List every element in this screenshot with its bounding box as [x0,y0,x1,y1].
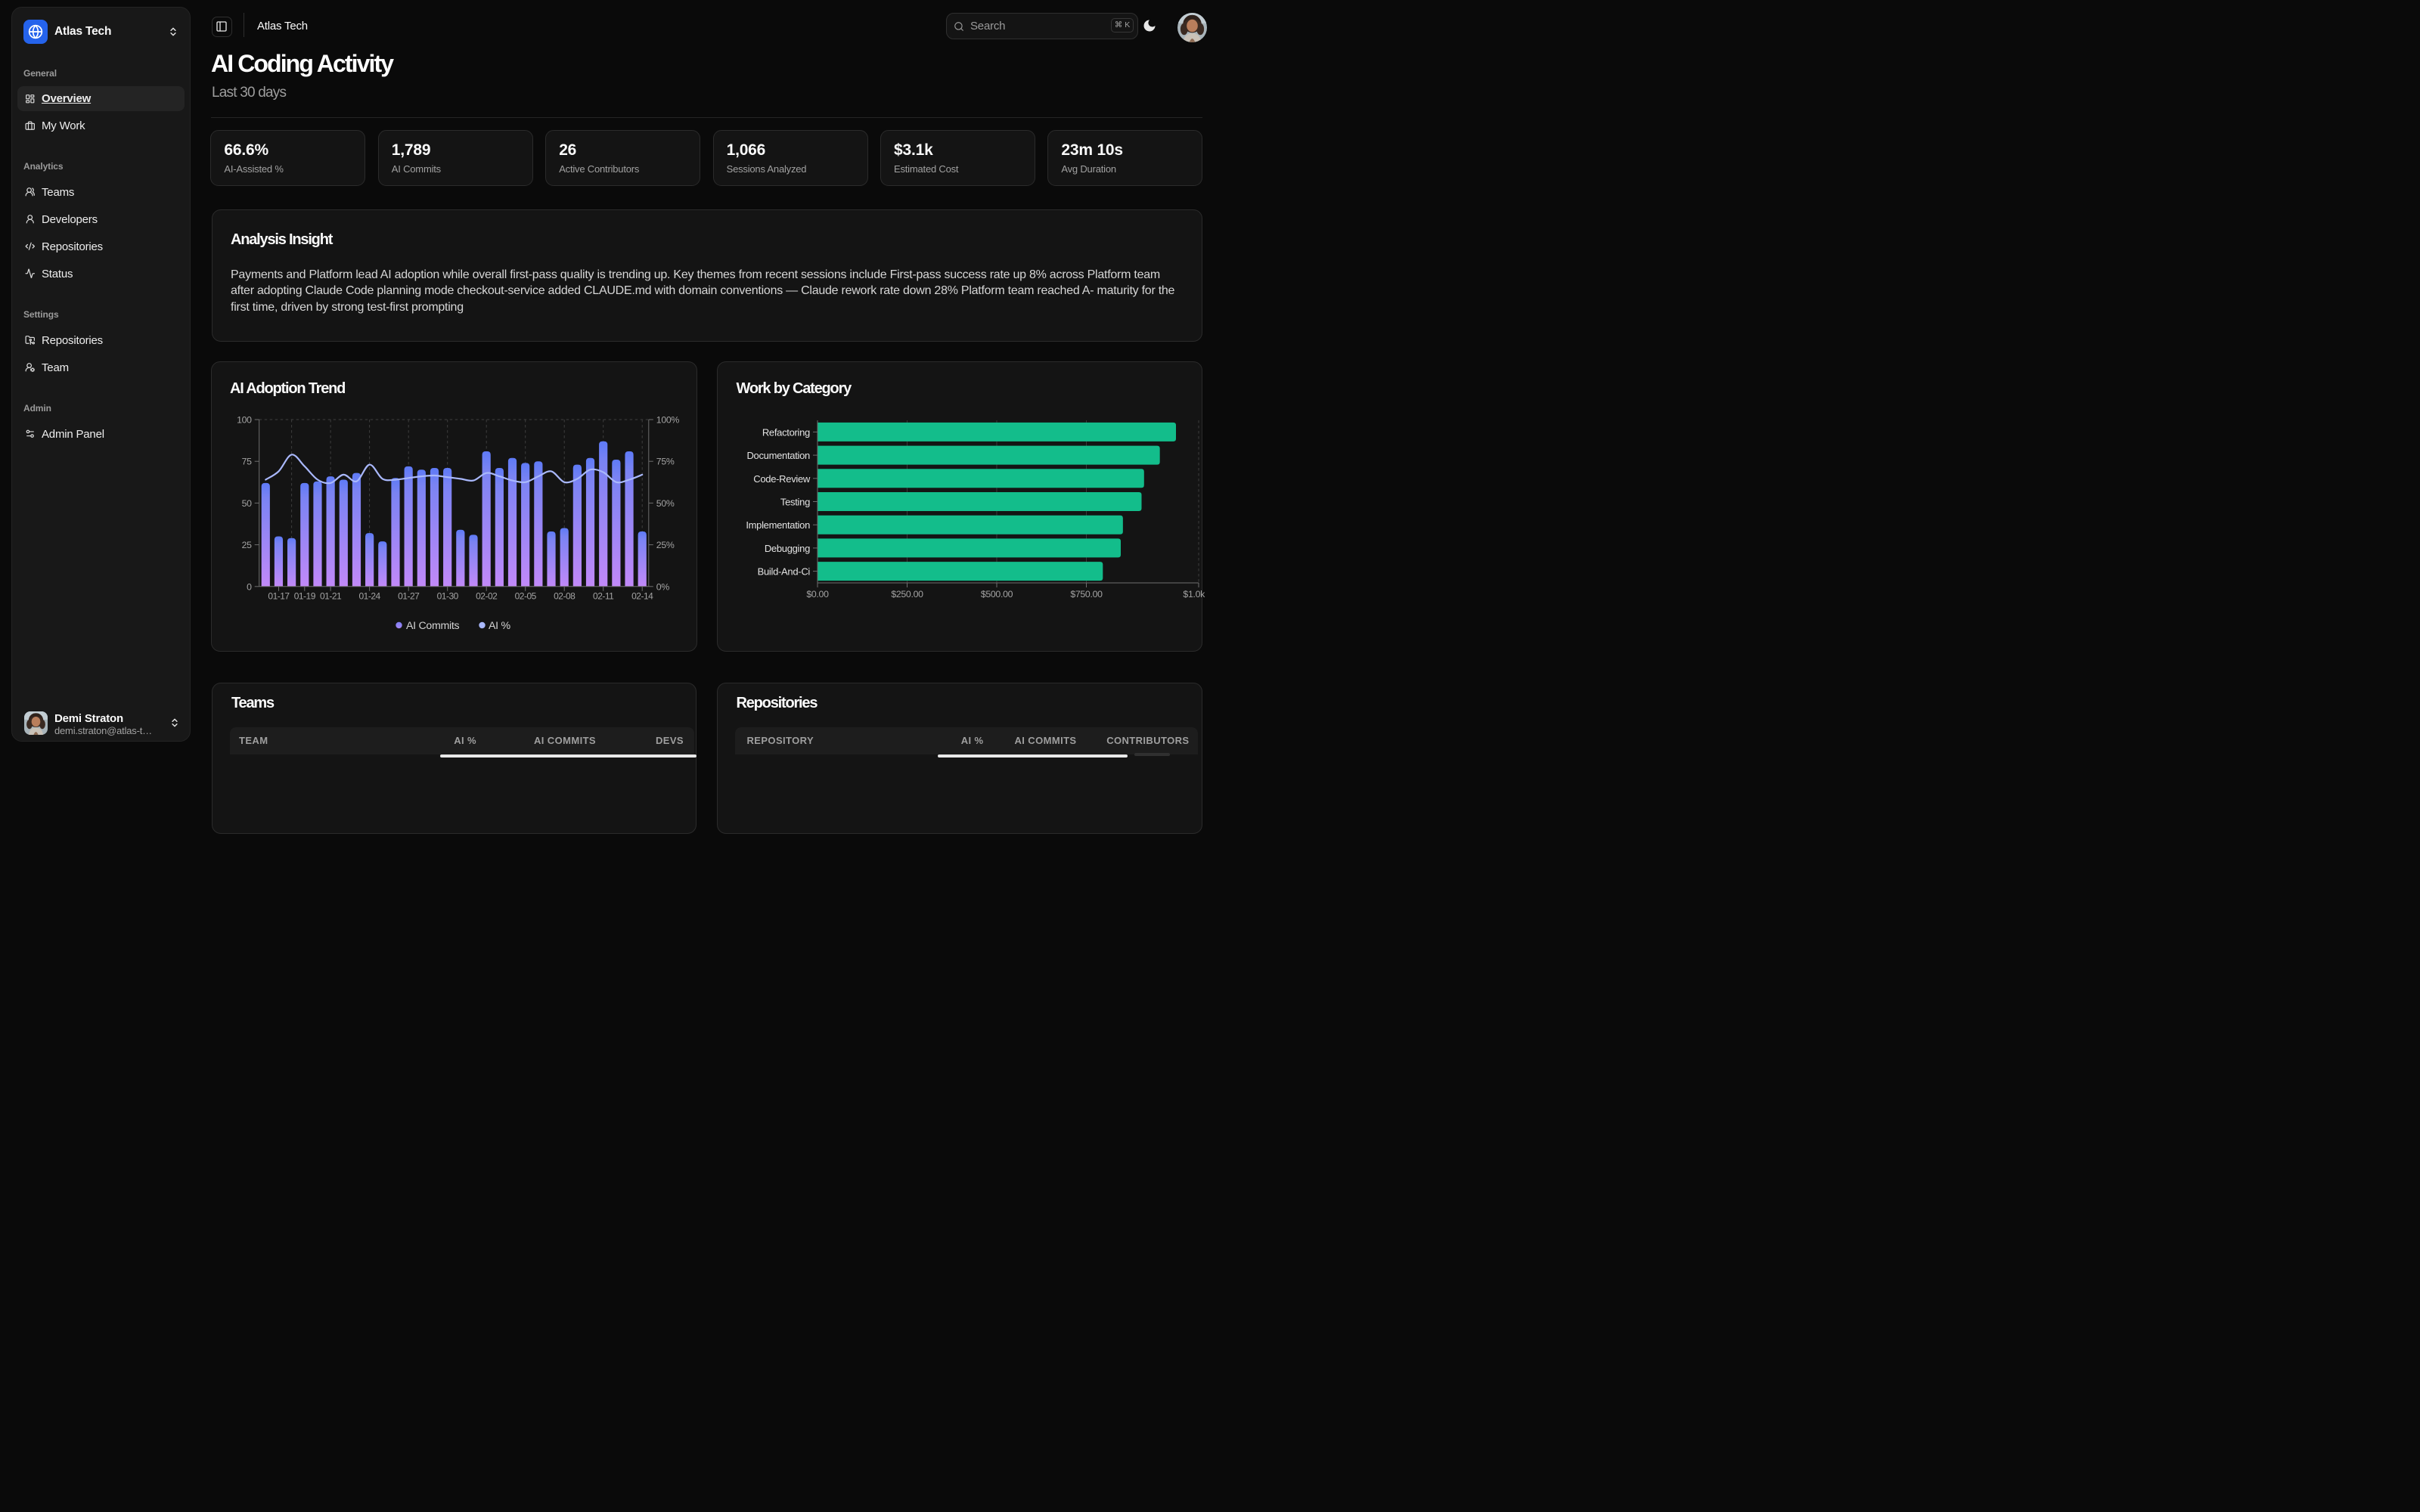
svg-text:100: 100 [237,415,252,426]
svg-text:AI Commits: AI Commits [406,620,460,632]
svg-text:$750.00: $750.00 [1070,589,1103,600]
svg-text:50%: 50% [656,498,675,509]
svg-text:Documentation: Documentation [746,450,810,461]
svg-text:Code-Review: Code-Review [753,473,811,485]
svg-text:0%: 0% [656,581,670,592]
svg-text:$0.00: $0.00 [806,589,829,600]
svg-text:75%: 75% [656,457,675,467]
svg-text:02-14: 02-14 [631,590,653,601]
svg-text:01-30: 01-30 [437,590,459,601]
svg-text:01-21: 01-21 [320,590,342,601]
svg-text:100%: 100% [656,415,680,426]
svg-text:01-19: 01-19 [294,590,316,601]
svg-text:02-02: 02-02 [476,590,498,601]
svg-text:50: 50 [242,498,253,509]
svg-text:25: 25 [242,540,253,550]
svg-text:01-17: 01-17 [268,590,290,601]
svg-text:Testing: Testing [780,497,810,508]
svg-text:75: 75 [242,457,253,467]
svg-text:02-05: 02-05 [515,590,537,601]
svg-text:Debugging: Debugging [765,543,810,554]
svg-text:Implementation: Implementation [746,519,810,531]
svg-text:01-27: 01-27 [398,590,420,601]
svg-text:Build-And-Ci: Build-And-Ci [758,566,811,578]
svg-text:Refactoring: Refactoring [762,426,810,438]
svg-text:02-08: 02-08 [554,590,576,601]
svg-text:$250.00: $250.00 [891,589,923,600]
svg-text:0: 0 [247,581,252,592]
svg-text:AI %: AI % [489,620,510,632]
svg-text:$500.00: $500.00 [981,589,1013,600]
svg-text:$1.0k: $1.0k [1183,589,1205,600]
svg-text:01-24: 01-24 [358,590,380,601]
svg-text:02-11: 02-11 [593,590,614,601]
svg-text:25%: 25% [656,540,675,550]
